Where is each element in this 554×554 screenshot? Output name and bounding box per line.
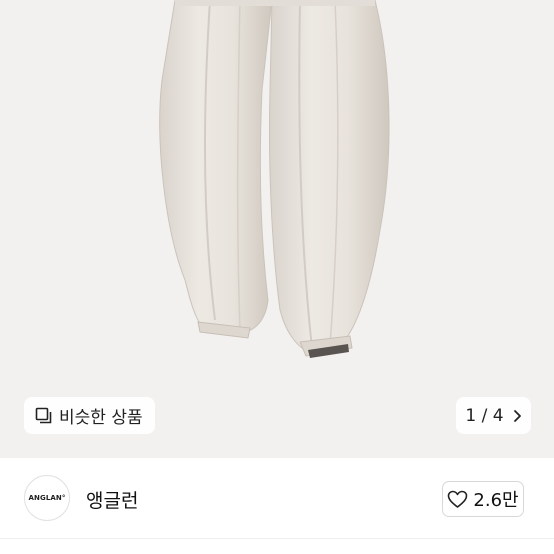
like-count: 2.6만	[473, 490, 519, 511]
image-pager[interactable]: 1 / 4	[456, 397, 531, 434]
like-button[interactable]: 2.6만	[442, 481, 524, 517]
similar-products-label: 비슷한 상품	[59, 408, 143, 428]
chevron-right-icon	[513, 409, 522, 423]
product-image[interactable]	[0, 0, 554, 458]
similar-products-button[interactable]: 비슷한 상품	[24, 397, 155, 434]
similar-items-icon	[35, 407, 53, 425]
seller-name[interactable]: 앵글런	[86, 486, 138, 513]
heart-outline-icon	[447, 490, 468, 509]
pager-text: 1 / 4	[465, 405, 504, 426]
seller-avatar[interactable]: ANGLAN°	[24, 475, 70, 521]
seller-logo-text: ANGLAN°	[28, 494, 66, 502]
divider	[0, 538, 554, 539]
product-photo	[159, 0, 390, 358]
